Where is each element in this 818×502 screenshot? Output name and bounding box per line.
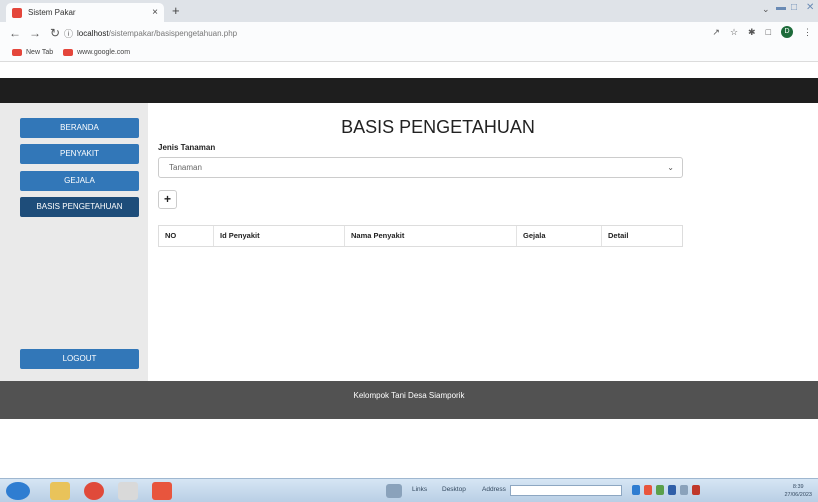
tab-search-chevron-icon[interactable]: ⌄	[762, 4, 770, 15]
sidepanel-icon[interactable]: □	[766, 27, 771, 37]
share-icon[interactable]: ↗	[712, 27, 720, 38]
chevron-down-icon: ⌄	[667, 163, 674, 172]
sidebar-item-gejala[interactable]: GEJALA	[20, 171, 139, 191]
sidebar: BERANDA PENYAKIT GEJALA BASIS PENGETAHUA…	[0, 103, 148, 381]
bookmark-item[interactable]: New Tab	[12, 49, 53, 56]
column-header: NO	[159, 226, 214, 246]
tab-title: Sistem Pakar	[28, 8, 76, 17]
taskbar-clock[interactable]: 8:39 27/06/2023	[784, 483, 812, 499]
file-explorer-icon[interactable]	[50, 482, 70, 500]
top-navbar	[0, 78, 818, 103]
site-favicon-icon	[12, 7, 22, 18]
bookmark-star-icon[interactable]: ☆	[730, 27, 738, 38]
minimize-icon[interactable]: ▬	[776, 2, 786, 13]
knowledge-table: NO Id Penyakit Nama Penyakit Gejala Deta…	[158, 225, 683, 247]
jenis-tanaman-select[interactable]: Tanaman ⌄	[158, 157, 683, 178]
extensions-icon[interactable]: ✱	[748, 27, 756, 38]
column-header: Id Penyakit	[214, 226, 345, 246]
profile-avatar[interactable]: D	[781, 26, 793, 38]
maximize-icon[interactable]: □	[791, 2, 797, 13]
chrome-icon[interactable]	[84, 482, 104, 500]
site-info-icon[interactable]: ⓘ	[64, 27, 73, 40]
sidebar-item-penyakit[interactable]: PENYAKIT	[20, 144, 139, 164]
column-header: Detail	[608, 231, 629, 240]
jenis-tanaman-label: Jenis Tanaman	[158, 143, 216, 152]
forward-arrow-icon[interactable]: →	[28, 26, 42, 40]
browser-tab[interactable]: Sistem Pakar ×	[6, 3, 164, 22]
footer: Kelompok Tani Desa Siamporik	[0, 381, 818, 419]
xampp-icon[interactable]	[152, 482, 172, 500]
reload-icon[interactable]: ↻	[48, 26, 62, 40]
column-header: Nama Penyakit	[345, 226, 517, 246]
address-label: Address	[482, 486, 506, 493]
tray-icon[interactable]	[644, 485, 652, 495]
tray-icon[interactable]	[680, 485, 688, 495]
tray-icon[interactable]	[692, 485, 700, 495]
clock-time: 8:39	[792, 484, 804, 490]
start-button-icon[interactable]	[6, 482, 30, 500]
tray-icon[interactable]	[632, 485, 640, 495]
footer-text: Kelompok Tani Desa Siamporik	[353, 391, 465, 400]
tool-icon[interactable]	[118, 482, 138, 500]
desktop-toolbar-icon[interactable]	[386, 484, 402, 498]
back-arrow-icon[interactable]: ←	[8, 26, 22, 40]
browser-menu-icon[interactable]: ⋮	[803, 27, 812, 38]
address-bar: ← → ↻ ⓘ localhost /sistempakar/basispeng…	[0, 22, 818, 44]
taskbar: Links Desktop Address 8:39 27/06/2023	[0, 478, 818, 502]
system-tray	[632, 485, 700, 495]
column-header: Gejala	[517, 226, 602, 246]
toolbar-icons: ↗ ☆ ✱ □ D ⋮	[712, 26, 812, 38]
add-button[interactable]: +	[158, 190, 177, 209]
logout-button[interactable]: LOGOUT	[20, 349, 139, 369]
desktop-label[interactable]: Desktop	[442, 486, 466, 493]
tray-icon[interactable]	[668, 485, 676, 495]
new-tab-button[interactable]: +	[172, 3, 180, 19]
select-value: Tanaman	[169, 163, 202, 172]
bookmark-label: New Tab	[26, 49, 54, 56]
sidebar-item-basis-pengetahuan[interactable]: BASIS PENGETAHUAN	[20, 197, 139, 217]
main-content: BASIS PENGETAHUAN Jenis Tanaman Tanaman …	[148, 103, 818, 381]
url-field[interactable]: ⓘ localhost /sistempakar/basispengetahua…	[64, 25, 674, 41]
tab-close-icon[interactable]: ×	[152, 7, 158, 18]
youtube-icon	[63, 49, 74, 56]
bookmarks-bar: New Tab www.google.com	[0, 44, 818, 62]
browser-tab-bar: Sistem Pakar × + ⌄ ▬ □ ✕	[0, 0, 818, 22]
tray-icon[interactable]	[656, 485, 664, 495]
taskbar-address-input[interactable]	[510, 485, 622, 496]
links-label[interactable]: Links	[412, 486, 427, 493]
bookmark-label: www.google.com	[77, 49, 131, 56]
youtube-icon	[12, 49, 22, 56]
close-window-icon[interactable]: ✕	[806, 2, 814, 13]
url-host: localhost	[77, 28, 109, 38]
page-title: BASIS PENGETAHUAN	[341, 117, 535, 137]
bookmark-item[interactable]: www.google.com	[63, 49, 130, 56]
url-path: /sistempakar/basispengetahuan.php	[108, 28, 238, 38]
sidebar-item-beranda[interactable]: BERANDA	[20, 118, 139, 138]
clock-date: 27/06/2023	[784, 492, 812, 498]
